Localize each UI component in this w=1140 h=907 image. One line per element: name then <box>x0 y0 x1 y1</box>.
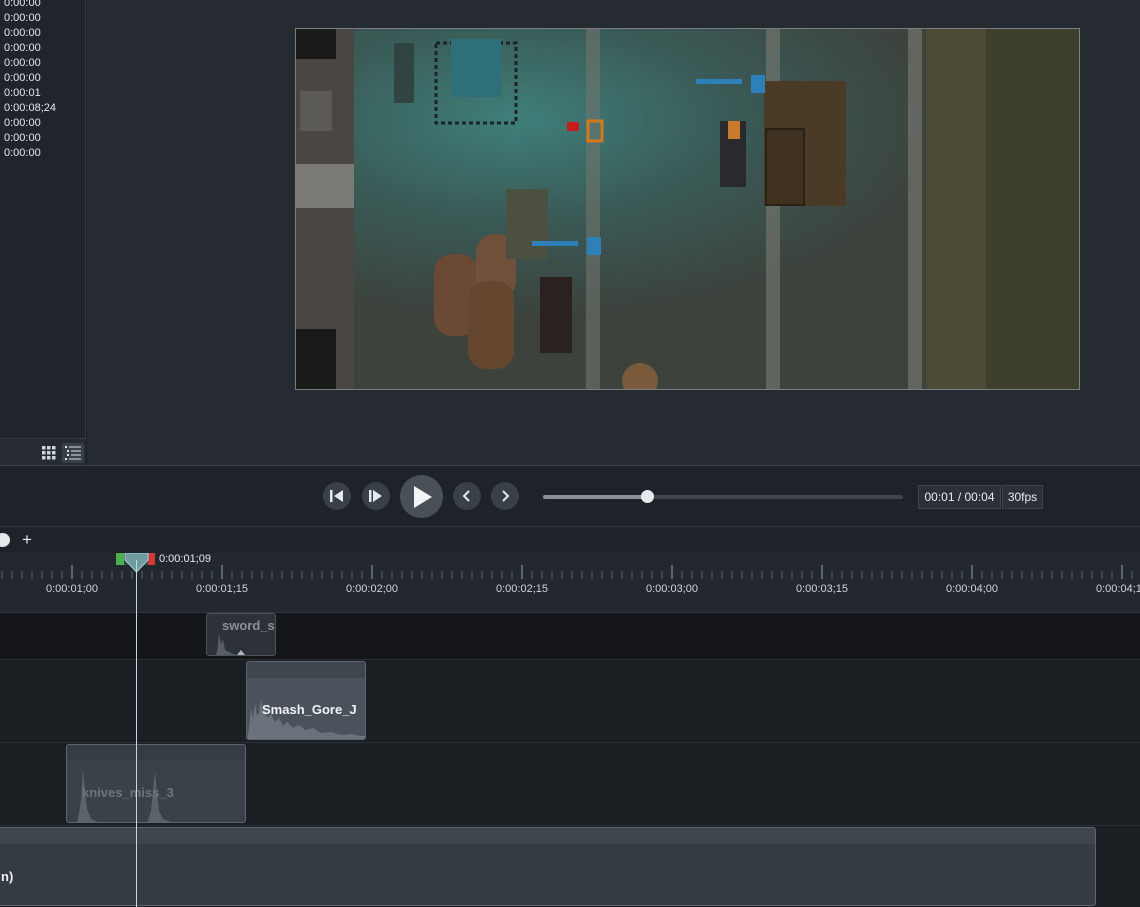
media-duration: 0:00:00 <box>4 42 41 54</box>
clip-header <box>67 745 245 761</box>
step-back-button[interactable] <box>323 482 351 510</box>
zoom-slider-thumb[interactable] <box>0 533 10 547</box>
add-track-button[interactable]: + <box>22 530 32 550</box>
next-marker-button[interactable] <box>491 482 519 510</box>
chevron-left-icon <box>462 490 470 502</box>
clip-smash-gore[interactable]: Smash_Gore_J <box>246 661 366 740</box>
timeline-toolbar: + <box>0 527 1140 553</box>
list-icon <box>65 446 81 460</box>
media-bin-panel: 0:00:00 0:00:00 0:00:00 0:00:00 0:00:00 0:00:… <box>0 0 86 465</box>
ruler-time-label: 0:00:01;15 <box>196 583 248 595</box>
track-1[interactable]: sword_s <box>0 613 1140 659</box>
playhead-time: 0:00:01;09 <box>159 553 211 565</box>
triangle-up-icon <box>237 650 245 655</box>
media-duration: 0:00:00 <box>4 72 41 84</box>
media-duration: 0:00:00 <box>4 117 41 129</box>
list-view-button[interactable] <box>62 443 84 463</box>
play-button[interactable] <box>400 475 443 518</box>
step-forward-button[interactable] <box>362 482 390 510</box>
ruler-time-label: 0:00:03;00 <box>646 583 698 595</box>
game-scene-image <box>296 29 1079 389</box>
ruler-time-label: 0:00:02;00 <box>346 583 398 595</box>
clip-main[interactable]: n) <box>0 827 1096 906</box>
video-preview[interactable] <box>295 28 1080 390</box>
ruler-time-label: 0:00:04;1 <box>1096 583 1140 595</box>
chevron-right-icon <box>502 490 510 502</box>
media-duration: 0:00:01 <box>4 87 41 99</box>
grid-icon <box>42 446 56 460</box>
out-point-marker[interactable] <box>148 553 155 565</box>
track-2[interactable]: Smash_Gore_J <box>0 659 1140 742</box>
media-duration: 0:00:00 <box>4 12 41 24</box>
ruler-time-label: 0:00:01;00 <box>46 583 98 595</box>
playback-bar: 00:01 / 00:04 30fps <box>0 465 1140 527</box>
in-point-marker[interactable] <box>116 553 124 565</box>
view-toggle-bar <box>0 438 86 465</box>
ruler-time-label: 0:00:03;15 <box>796 583 848 595</box>
time-display: 00:01 / 00:04 <box>918 485 1001 509</box>
media-duration: 0:00:00 <box>4 0 41 9</box>
media-duration: 0:00:00 <box>4 132 41 144</box>
step-forward-icon <box>369 490 382 502</box>
scrub-slider-fill <box>543 495 648 499</box>
media-duration: 0:00:00 <box>4 57 41 69</box>
scrub-slider[interactable] <box>543 490 903 503</box>
track-3[interactable]: knives_miss_3 <box>0 742 1140 825</box>
step-back-icon <box>330 490 343 502</box>
ruler-time-label: 0:00:02;15 <box>496 583 548 595</box>
ruler-time-label: 0:00:04;00 <box>946 583 998 595</box>
scrub-slider-thumb[interactable] <box>641 490 655 503</box>
clip-label: Smash_Gore_J <box>262 702 357 717</box>
clip-sword[interactable]: sword_s <box>206 613 276 656</box>
media-duration: 0:00:00 <box>4 147 41 159</box>
previous-marker-button[interactable] <box>453 482 481 510</box>
clip-label: n) <box>1 869 14 884</box>
fps-display[interactable]: 30fps <box>1002 485 1043 509</box>
clip-label: knives_miss_3 <box>82 785 174 800</box>
play-icon <box>413 485 432 508</box>
ruler-ticks <box>1 565 1133 579</box>
media-duration: 0:00:00 <box>4 27 41 39</box>
playhead-line <box>136 560 137 907</box>
media-duration: 0:00:08;24 <box>4 102 56 114</box>
clip-header <box>247 662 365 678</box>
duration-list: 0:00:00 0:00:00 0:00:00 0:00:00 0:00:00 0:00:… <box>4 0 56 161</box>
track-4[interactable]: n) <box>0 825 1140 907</box>
grid-view-button[interactable] <box>38 443 60 463</box>
clip-knives-miss[interactable]: knives_miss_3 <box>66 744 246 823</box>
timeline-ruler[interactable]: 0:00:01;00 0:00:01;15 0:00:02;00 0:00:02;15… <box>0 553 1140 613</box>
clip-header <box>0 828 1095 844</box>
clip-label: sword_s <box>222 618 275 633</box>
